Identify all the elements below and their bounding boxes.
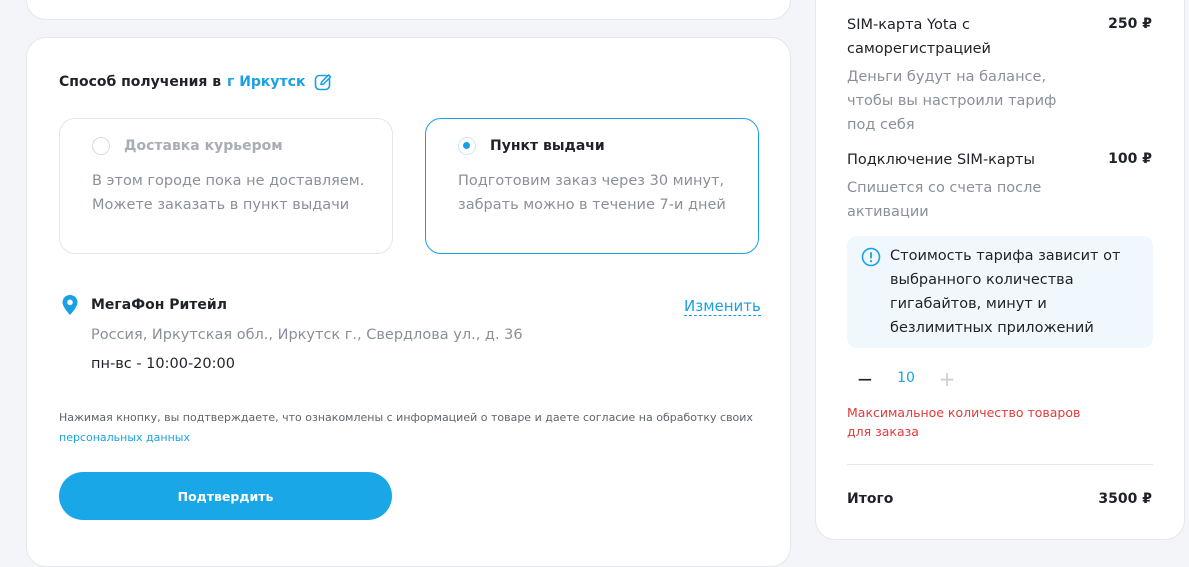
summary-divider (847, 464, 1153, 465)
pickup-option-description: Подготовим заказ через 30 минут, забрать… (458, 173, 726, 213)
previous-section-card (26, 0, 791, 20)
pickup-point-address: Россия, Иркутская обл., Иркутск г., Свер… (91, 327, 523, 343)
summary-item-name: Подключение SIM-карты (847, 152, 1035, 168)
order-summary-card: SIM-карта Yota с саморегистрацией 250 ₽ … (815, 0, 1185, 540)
quantity-increase-button[interactable]: + (930, 362, 964, 396)
quantity-value: 10 (897, 370, 915, 386)
info-icon (861, 247, 881, 267)
summary-item-note: Спишется со счета после активации (847, 180, 1042, 220)
edit-icon[interactable] (313, 72, 333, 92)
summary-item-note: Деньги будут на балансе, чтобы вы настро… (847, 69, 1057, 133)
consent-text-body: Нажимая кнопку, вы подтверждаете, что оз… (59, 411, 753, 424)
city-link[interactable]: г Иркутск (227, 74, 305, 90)
location-pin-icon (62, 295, 78, 315)
option-pickup-point[interactable]: Пункт выдачи Подготовим заказ через 30 м… (425, 118, 759, 254)
delivery-card: Способ получения в г Иркутск Доставка ку… (26, 37, 791, 567)
max-quantity-warning: Максимальное количество товаров для зака… (847, 405, 1081, 439)
tariff-info-box: Стоимость тарифа зависит от выбранного к… (847, 236, 1153, 348)
total-value: 3500 ₽ (1098, 491, 1152, 507)
consent-text: Нажимая кнопку, вы подтверждаете, что оз… (59, 408, 779, 448)
tariff-info-text: Стоимость тарифа зависит от выбранного к… (890, 248, 1121, 336)
pickup-radio[interactable] (458, 137, 476, 155)
pickup-point-hours: пн-вс - 10:00-20:00 (91, 356, 235, 372)
summary-item-name: SIM-карта Yota с саморегистрацией (847, 17, 991, 57)
quantity-decrease-button[interactable]: − (848, 362, 882, 396)
courier-option-description: В этом городе пока не доставляем. Можете… (92, 173, 365, 213)
total-label: Итого (847, 491, 894, 507)
summary-item-price: 100 ₽ (1108, 151, 1152, 167)
courier-radio[interactable] (92, 137, 110, 155)
pickup-point-name: МегаФон Ритейл (91, 297, 227, 313)
confirm-button[interactable]: Подтвердить (59, 472, 392, 520)
option-courier-delivery[interactable]: Доставка курьером В этом городе пока не … (59, 118, 393, 254)
courier-option-title: Доставка курьером (124, 138, 283, 154)
pickup-option-title: Пункт выдачи (490, 138, 605, 154)
personal-data-link[interactable]: персональных данных (59, 431, 190, 444)
summary-item-price: 250 ₽ (1108, 16, 1152, 32)
change-pickup-link[interactable]: Изменить (684, 297, 761, 316)
delivery-section-title: Способ получения в (59, 74, 222, 90)
